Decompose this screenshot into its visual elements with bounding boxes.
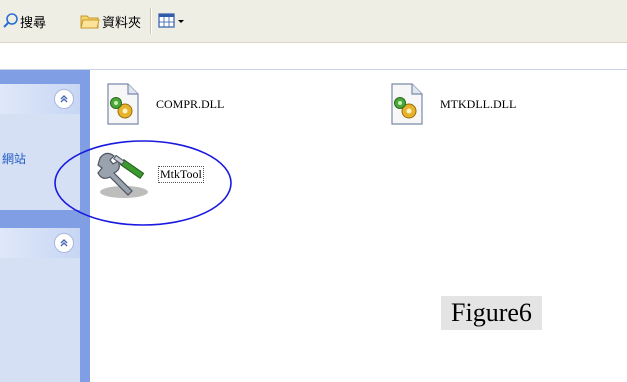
search-label: 搜尋 [20, 15, 47, 31]
search-button[interactable]: 搜尋 [2, 11, 46, 31]
folders-label: 資料夾 [102, 15, 142, 31]
file-name: MTKDLL.DLL [440, 96, 517, 111]
details-panel-body [0, 258, 80, 382]
search-icon [3, 13, 18, 28]
address-bar-area [0, 43, 627, 69]
file-item[interactable]: MTKDLL.DLL [388, 82, 516, 126]
toolbar: 搜尋 資料夾 [0, 0, 627, 43]
folders-button[interactable]: 資料夾 [80, 11, 141, 31]
figure-caption: Figure6 [441, 296, 542, 330]
views-button[interactable] [158, 11, 186, 31]
annotation-circle [54, 140, 232, 226]
details-panel-header[interactable] [0, 228, 80, 258]
file-item[interactable]: COMPR.DLL [104, 82, 224, 126]
dll-gear-icon [391, 83, 423, 125]
task-panel-header[interactable] [0, 84, 80, 114]
divider [0, 69, 627, 70]
toolbar-separator [150, 8, 152, 34]
folder-icon [80, 15, 100, 29]
chevron-up-double-icon[interactable] [54, 233, 74, 253]
file-name: COMPR.DLL [156, 96, 225, 111]
dll-gear-icon [107, 83, 139, 125]
task-link-website[interactable]: 網站 [2, 150, 26, 167]
chevron-up-double-icon[interactable] [54, 89, 74, 109]
views-grid-icon [158, 13, 184, 28]
